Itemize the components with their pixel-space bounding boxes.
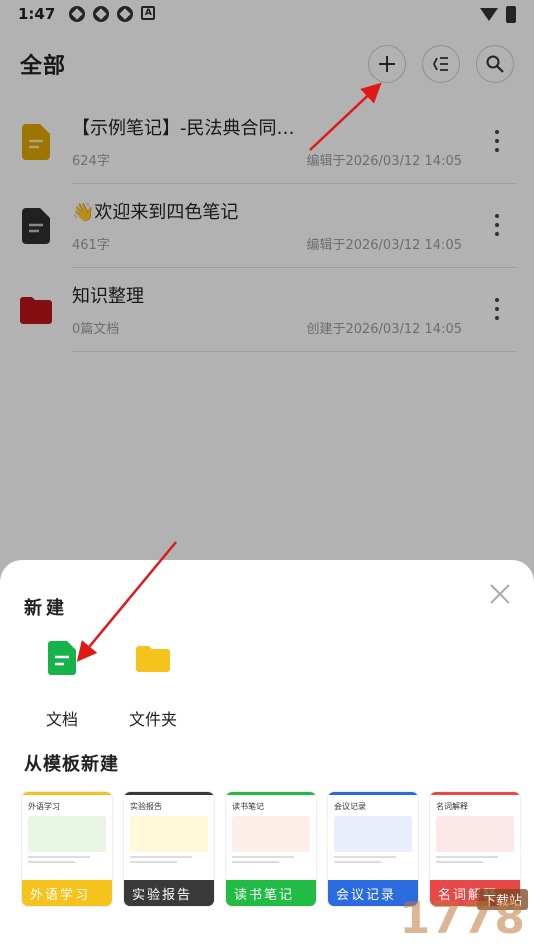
template-preview <box>436 816 514 852</box>
template-label: 读书笔记 <box>226 880 316 906</box>
template-card[interactable]: 读书笔记 读书笔记 <box>226 792 316 906</box>
template-preview-title: 会议记录 <box>334 802 366 811</box>
template-preview <box>130 816 208 852</box>
template-card[interactable]: 会议记录 会议记录 <box>328 792 418 906</box>
template-preview <box>232 816 310 852</box>
watermark: 1778 <box>399 893 526 944</box>
template-card[interactable]: 外语学习 外语学习 <box>22 792 112 906</box>
new-document-button[interactable]: 文档 <box>22 640 102 730</box>
new-folder-button[interactable]: 文件夹 <box>113 640 193 730</box>
folder-yellow-icon <box>136 646 170 672</box>
template-list: 外语学习 外语学习 实验报告 实验报告 读书笔记 读书笔记 会议记录 会议记录 … <box>22 792 520 906</box>
document-green-icon <box>48 641 76 675</box>
template-preview <box>334 816 412 852</box>
template-card[interactable]: 实验报告 实验报告 <box>124 792 214 906</box>
template-preview <box>28 816 106 852</box>
template-preview-title: 实验报告 <box>130 802 162 811</box>
template-label: 外语学习 <box>22 880 112 906</box>
template-preview-title: 名词解释 <box>436 802 468 811</box>
template-preview-title: 读书笔记 <box>232 802 264 811</box>
sheet-title: 新建 <box>24 598 68 619</box>
template-label: 实验报告 <box>124 880 214 906</box>
templates-title: 从模板新建 <box>24 754 119 775</box>
option-label: 文件夹 <box>128 710 177 729</box>
close-icon[interactable] <box>488 582 512 606</box>
option-label: 文档 <box>45 710 78 729</box>
template-preview-title: 外语学习 <box>28 802 60 811</box>
new-bottom-sheet: 新建 文档 文件夹 从模板新建 外语学习 外语学习 实验报告 实验报告 读书笔记… <box>0 560 534 950</box>
